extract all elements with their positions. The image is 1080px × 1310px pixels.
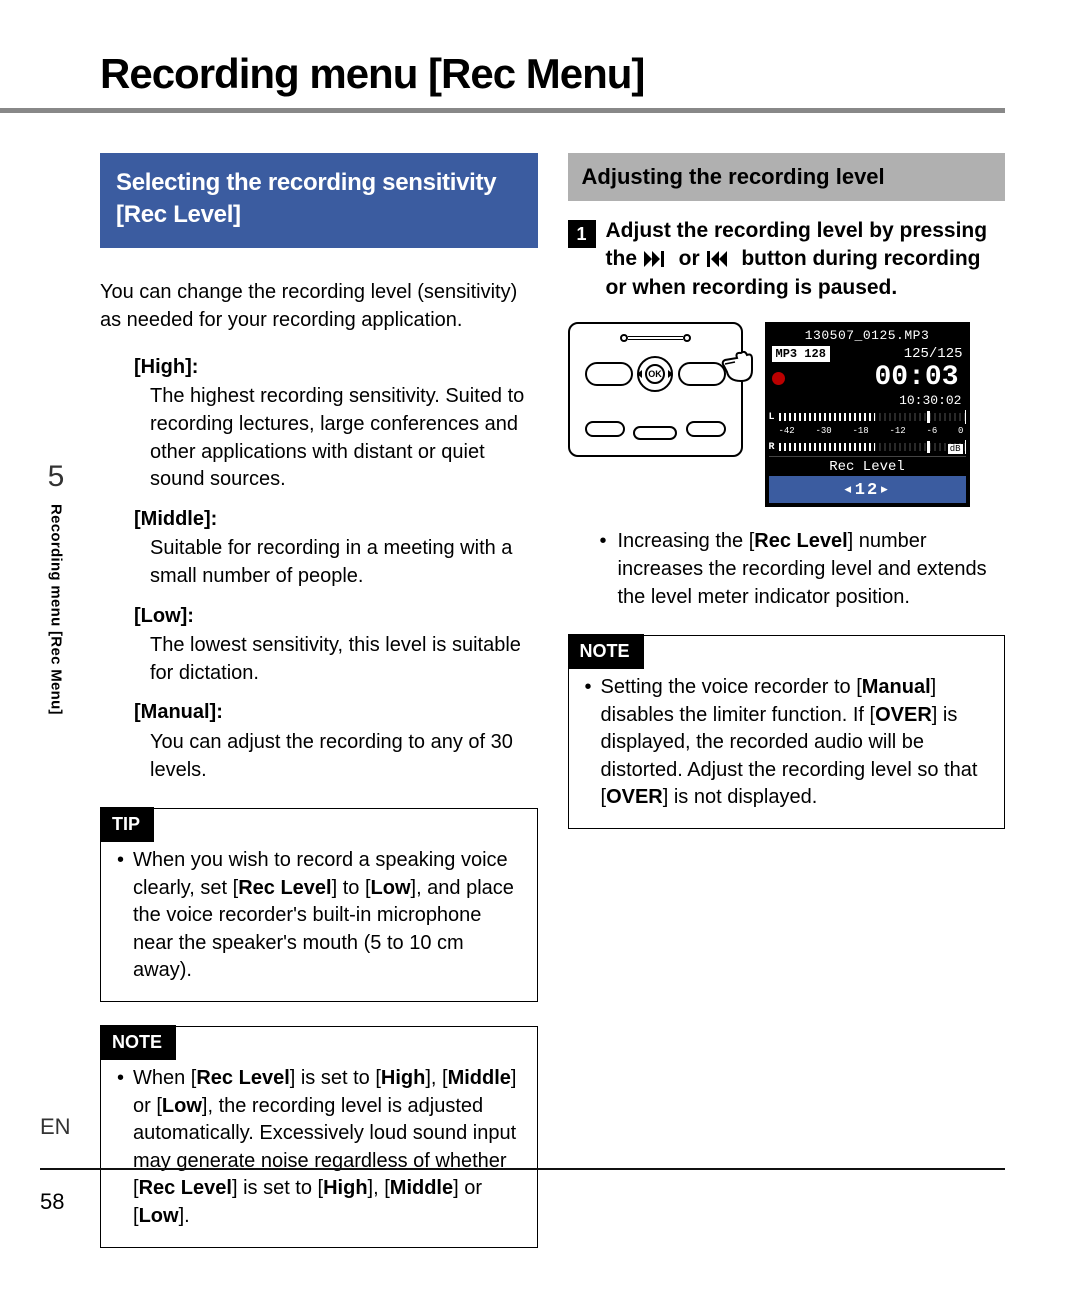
chapter-number: 5 <box>30 460 82 494</box>
pointing-hand-icon <box>719 348 759 388</box>
note-tag: NOTE <box>100 1025 176 1060</box>
note-tag-right: NOTE <box>568 634 644 669</box>
chapter-label: Recording menu [Rec Menu] <box>48 504 65 715</box>
info-bullet: Increasing the [Rec Level] number increa… <box>600 527 1006 611</box>
intro-text: You can change the recording level (sens… <box>100 278 538 334</box>
left-column: Selecting the recording sensitivity [Rec… <box>100 153 538 1248</box>
option-high: [High]: The highest recording sensitivit… <box>134 354 538 494</box>
lcd-rec-level-label: Rec Level <box>769 456 966 476</box>
lcd-format-badge: MP3 128 <box>772 346 830 362</box>
tip-box: TIP When you wish to record a speaking v… <box>100 808 538 1002</box>
section-heading-adjusting: Adjusting the recording level <box>568 153 1006 201</box>
option-middle: [Middle]: Suitable for recording in a me… <box>134 506 538 591</box>
note-text-right: Setting the voice recorder to [Manual] d… <box>601 674 989 812</box>
device-button-br <box>686 421 726 437</box>
page-title: Recording menu [Rec Menu] <box>0 50 1005 113</box>
note-box-left: NOTE When [Rec Level] is set to [High], … <box>100 1026 538 1248</box>
footer-rule <box>40 1168 1005 1170</box>
prev-track-icon <box>707 251 735 267</box>
ok-button-icon: OK <box>637 356 673 392</box>
page-number: 58 <box>40 1189 64 1215</box>
option-low: [Low]: The lowest sensitivity, this leve… <box>134 603 538 688</box>
step-1: 1 Adjust the recording level by pressing… <box>568 217 1006 302</box>
lcd-screenshot: 130507_0125.MP3 MP3 128 125/125 00:03 10… <box>765 322 970 507</box>
device-illustration: OK <box>568 322 743 457</box>
language-indicator: EN <box>40 1114 71 1140</box>
lcd-right-channel: R <box>769 442 775 453</box>
note-box-right: NOTE Setting the voice recorder to [Manu… <box>568 635 1006 829</box>
lcd-elapsed: 00:03 <box>874 364 962 392</box>
record-indicator-icon <box>772 372 785 385</box>
lcd-filename: 130507_0125.MP3 <box>769 326 966 345</box>
section-heading-rec-level: Selecting the recording sensitivity [Rec… <box>100 153 538 248</box>
chapter-tab: 5 Recording menu [Rec Menu] <box>30 460 82 715</box>
tip-tag: TIP <box>100 807 154 842</box>
step-number: 1 <box>568 220 596 248</box>
option-manual: [Manual]: You can adjust the recording t… <box>134 699 538 784</box>
step-text: Adjust the recording level by pressing t… <box>606 217 1006 302</box>
next-track-icon <box>644 251 672 267</box>
lcd-scale: -42-30-18-12-60 <box>769 426 966 438</box>
right-column: Adjusting the recording level 1 Adjust t… <box>568 153 1006 1248</box>
device-button-left <box>585 362 633 386</box>
note-text-left: When [Rec Level] is set to [High], [Midd… <box>133 1065 521 1231</box>
lcd-remaining: 10:30:02 <box>769 393 966 408</box>
lcd-rec-level-value: ◂12▸ <box>769 476 966 503</box>
device-button-bl <box>585 421 625 437</box>
lcd-counter: 125/125 <box>904 346 963 362</box>
tip-text: When you wish to record a speaking voice… <box>133 847 521 985</box>
lcd-db-label: dB <box>948 444 963 454</box>
lcd-left-channel: L <box>769 412 775 423</box>
